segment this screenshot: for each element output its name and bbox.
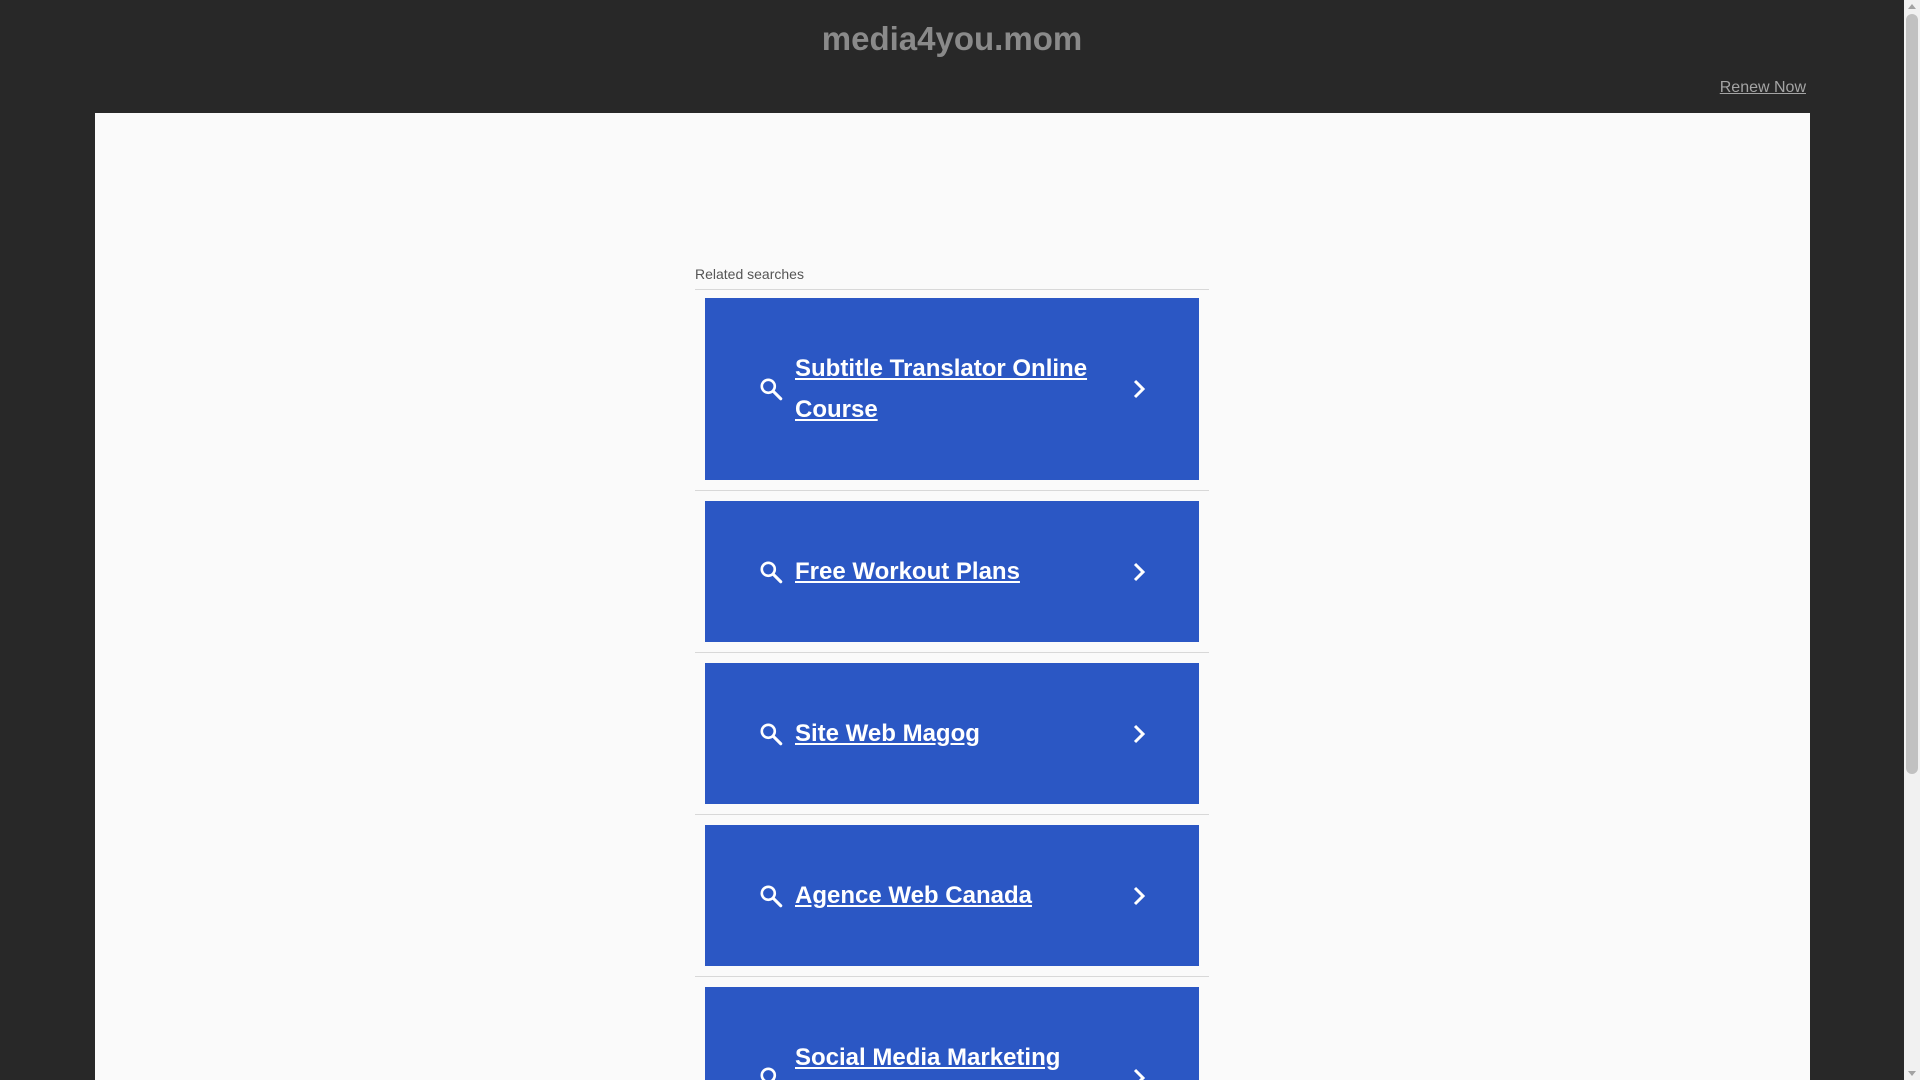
- divider: [695, 652, 1209, 653]
- related-search-card-5[interactable]: Social Media Marketing: [705, 987, 1199, 1080]
- related-search-label[interactable]: Site Web Magog: [795, 713, 1105, 754]
- search-icon: [760, 723, 783, 746]
- chevron-right-icon: [1133, 379, 1146, 399]
- related-search-card-1[interactable]: Subtitle Translator Online Course: [705, 298, 1199, 480]
- renew-now-link[interactable]: Renew Now: [1720, 79, 1806, 97]
- related-search-card-4[interactable]: Agence Web Canada: [705, 825, 1199, 966]
- search-icon: [760, 561, 783, 584]
- chevron-right-icon: [1133, 1068, 1146, 1080]
- chevron-right-icon: [1133, 724, 1146, 744]
- search-icon: [760, 1067, 777, 1080]
- related-search-label[interactable]: Agence Web Canada: [795, 875, 1105, 916]
- related-search-card-2[interactable]: Free Workout Plans: [705, 501, 1199, 642]
- site-title: media4you.mom: [821, 20, 1083, 57]
- divider: [695, 976, 1209, 977]
- vertical-scrollbar[interactable]: [1904, 0, 1920, 1080]
- scrollbar-thumb[interactable]: [1906, 14, 1918, 774]
- divider: [695, 814, 1209, 815]
- related-search-card-3[interactable]: Site Web Magog: [705, 663, 1199, 804]
- scroll-down-arrow-icon[interactable]: [1908, 1071, 1916, 1076]
- search-icon: [760, 378, 783, 401]
- related-search-label[interactable]: Free Workout Plans: [795, 551, 1105, 592]
- scroll-up-arrow-icon[interactable]: [1908, 4, 1916, 9]
- chevron-right-icon: [1133, 886, 1146, 906]
- search-icon: [760, 885, 783, 908]
- related-searches-header: Related searches: [695, 266, 1209, 290]
- divider: [695, 490, 1209, 491]
- chevron-right-icon: [1133, 562, 1146, 582]
- related-search-label[interactable]: Social Media Marketing: [795, 1037, 1105, 1078]
- related-search-label[interactable]: Subtitle Translator Online Course: [795, 348, 1105, 430]
- page: media4you.mom Renew Now Related searches…: [0, 0, 1920, 1080]
